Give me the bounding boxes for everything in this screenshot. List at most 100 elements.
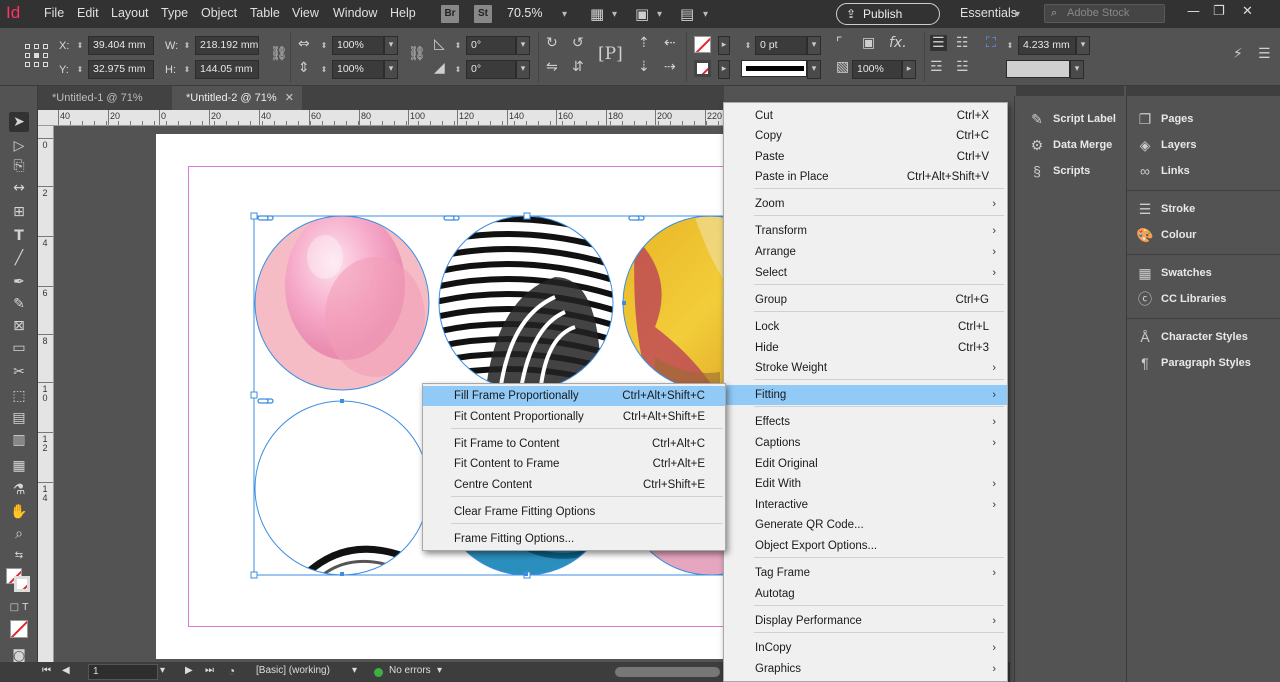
width-field[interactable]: 218.192 mm bbox=[195, 36, 259, 55]
fitting-menu-item[interactable]: Clear Frame Fitting Options bbox=[423, 502, 725, 522]
chevron-down-icon[interactable]: ▾ bbox=[703, 9, 708, 20]
menu-window[interactable]: Window bbox=[333, 6, 377, 20]
scale-y-stepper[interactable]: ⬍ bbox=[318, 60, 330, 79]
color-dropdown[interactable]: ▾ bbox=[1070, 60, 1084, 79]
scale-x-dropdown[interactable]: ▾ bbox=[384, 36, 398, 55]
context-menu-item[interactable]: Autotag bbox=[724, 584, 1007, 604]
stroke-swatch[interactable] bbox=[694, 60, 711, 77]
view-options-icon[interactable]: ▦ bbox=[590, 5, 604, 23]
quick-actions-icon[interactable]: ⚡ bbox=[1233, 46, 1243, 62]
stroke-type-preview[interactable] bbox=[741, 60, 807, 77]
panel-links[interactable]: ∞ Links bbox=[1135, 160, 1280, 182]
y-position-field[interactable]: 32.975 mm bbox=[88, 60, 154, 79]
effects-fx-icon[interactable]: fx. bbox=[889, 35, 907, 51]
context-menu-item[interactable]: Stroke Weight › bbox=[724, 358, 1007, 378]
context-menu-item[interactable]: Transform › bbox=[724, 221, 1007, 241]
panel-character-styles[interactable]: Å Character Styles bbox=[1135, 326, 1280, 348]
stroke-dropdown[interactable]: ▸ bbox=[718, 60, 730, 79]
bridge-button[interactable]: Br bbox=[441, 5, 459, 23]
horizontal-ruler[interactable]: 40 20 0 20 40 60 80 100 120 140 160 180 200 220 bbox=[38, 110, 724, 126]
context-menu-item[interactable]: Hide Ctrl+3 bbox=[724, 338, 1007, 358]
context-menu-item[interactable]: Interactive › bbox=[724, 495, 1007, 515]
vertical-ruler[interactable]: 0 2 4 6 8 1 0 1 2 1 4 bbox=[38, 126, 54, 662]
zoom-tool-icon[interactable]: ⌕ bbox=[9, 524, 29, 544]
shear-dropdown[interactable]: ▾ bbox=[516, 60, 530, 79]
chevron-down-icon[interactable]: ▾ bbox=[657, 9, 662, 20]
scale-y-dropdown[interactable]: ▾ bbox=[384, 60, 398, 79]
x-stepper[interactable]: ⬍ bbox=[74, 36, 86, 55]
panel-stroke[interactable]: ☰ Stroke bbox=[1135, 198, 1280, 220]
context-menu-item[interactable]: Lock Ctrl+L bbox=[724, 317, 1007, 337]
stroke-weight-dropdown[interactable]: ▾ bbox=[807, 36, 821, 55]
tab-untitled-2[interactable]: *Untitled-2 @ 71% ✕ bbox=[172, 86, 302, 110]
context-menu-item[interactable]: Edit Original bbox=[724, 454, 1007, 474]
eyedropper-tool-icon[interactable]: ⚗ bbox=[9, 480, 29, 500]
dock-header[interactable] bbox=[1126, 86, 1280, 96]
page-dropdown-icon[interactable]: ▾ bbox=[160, 665, 165, 676]
formatting-affects-container-icon[interactable]: □ T bbox=[9, 598, 29, 618]
context-menu-item[interactable]: Paste in Place Ctrl+Alt+Shift+V bbox=[724, 167, 1007, 187]
gradient-swatch-tool-icon[interactable]: ▤ bbox=[9, 408, 29, 428]
menu-object[interactable]: Object bbox=[201, 6, 237, 20]
fitting-menu-item[interactable]: Frame Fitting Options... bbox=[423, 529, 725, 549]
zoom-dropdown-icon[interactable]: ▾ bbox=[562, 9, 567, 20]
context-menu-item[interactable]: Edit With › bbox=[724, 474, 1007, 494]
gap-tool-icon[interactable]: ↔ bbox=[9, 178, 29, 198]
stroke-weight-field[interactable]: 0 pt bbox=[755, 36, 807, 55]
previous-page-icon[interactable]: ◀ bbox=[62, 665, 70, 676]
context-menu-item[interactable]: Paste Ctrl+V bbox=[724, 147, 1007, 167]
color-well[interactable] bbox=[1006, 60, 1070, 78]
flip-vertical-icon[interactable]: ⇵ bbox=[572, 59, 584, 75]
scissors-tool-icon[interactable]: ✂ bbox=[9, 362, 29, 382]
type-tool-icon[interactable]: T bbox=[9, 226, 29, 246]
arrange-documents-icon[interactable]: ▤ bbox=[680, 5, 694, 23]
height-field[interactable]: 144.05 mm bbox=[195, 60, 259, 79]
menu-layout[interactable]: Layout bbox=[111, 6, 149, 20]
preflight-status[interactable]: No errors bbox=[389, 665, 431, 676]
menu-view[interactable]: View bbox=[292, 6, 319, 20]
context-menu-item[interactable]: Zoom › bbox=[724, 194, 1007, 214]
close-tab-icon[interactable]: ✕ bbox=[285, 86, 294, 110]
first-page-icon[interactable]: ⏮ bbox=[42, 665, 51, 676]
next-page-icon[interactable]: ▶ bbox=[185, 665, 193, 676]
panel-colour[interactable]: 🎨 Colour bbox=[1135, 224, 1280, 246]
empty-image-frame[interactable] bbox=[250, 397, 440, 587]
stroke-weight-stepper[interactable]: ⬍ bbox=[742, 36, 754, 55]
direct-selection-tool-icon[interactable]: ▷ bbox=[9, 136, 29, 156]
scale-x-field[interactable]: 100% bbox=[332, 36, 384, 55]
tab-untitled-1[interactable]: *Untitled-1 @ 71% bbox=[38, 86, 172, 110]
spacing-field[interactable]: 4.233 mm bbox=[1018, 36, 1076, 55]
publish-online-button[interactable]: ⇪ Publish Online bbox=[836, 3, 940, 41]
context-menu-item[interactable]: Object Export Options... bbox=[724, 536, 1007, 556]
fitting-menu-item[interactable]: Fit Frame to Content Ctrl+Alt+C bbox=[423, 434, 725, 454]
scale-x-stepper[interactable]: ⬍ bbox=[318, 36, 330, 55]
gradient-feather-tool-icon[interactable]: ▥ bbox=[9, 430, 29, 450]
dock-header[interactable] bbox=[1016, 86, 1124, 96]
rotate-cw-icon[interactable]: ↻ bbox=[546, 35, 558, 51]
panel-paragraph-styles[interactable]: ¶ Paragraph Styles bbox=[1135, 352, 1280, 374]
context-menu-item[interactable]: Generate QR Code... bbox=[724, 515, 1007, 535]
spacing-dropdown[interactable]: ▾ bbox=[1076, 36, 1090, 55]
w-stepper[interactable]: ⬍ bbox=[181, 36, 193, 55]
fabric-image-frame[interactable] bbox=[620, 212, 725, 397]
chevron-down-icon[interactable]: ▾ bbox=[612, 9, 617, 20]
stroke-type-dropdown[interactable]: ▾ bbox=[807, 60, 821, 79]
opacity-dropdown[interactable]: ▸ bbox=[902, 60, 916, 79]
horizontal-scrollbar[interactable] bbox=[615, 667, 720, 677]
constrain-proportions-icon[interactable]: ⛓ bbox=[270, 46, 288, 62]
constrain-scale-icon[interactable]: ⛓ bbox=[408, 46, 426, 62]
reference-point-selector[interactable] bbox=[25, 44, 49, 68]
fill-dropdown[interactable]: ▸ bbox=[718, 36, 730, 55]
panel-pages[interactable]: ❐ Pages bbox=[1135, 108, 1280, 130]
restore-icon[interactable]: ❐ bbox=[1213, 4, 1225, 19]
page-tool-icon[interactable]: ⎘ bbox=[9, 156, 29, 176]
profile-dropdown-icon[interactable]: ▾ bbox=[352, 665, 357, 676]
menu-table[interactable]: Table bbox=[250, 6, 280, 20]
rotate-ccw-icon[interactable]: ↺ bbox=[572, 35, 584, 51]
pencil-tool-icon[interactable]: ✎ bbox=[9, 294, 29, 314]
stock-button[interactable]: St bbox=[474, 5, 492, 23]
menu-edit[interactable]: Edit bbox=[77, 6, 99, 20]
preflight-profile[interactable]: [Basic] (working) bbox=[256, 665, 330, 676]
rectangle-tool-icon[interactable]: ▭ bbox=[9, 338, 29, 358]
close-icon[interactable]: ✕ bbox=[1242, 4, 1253, 19]
